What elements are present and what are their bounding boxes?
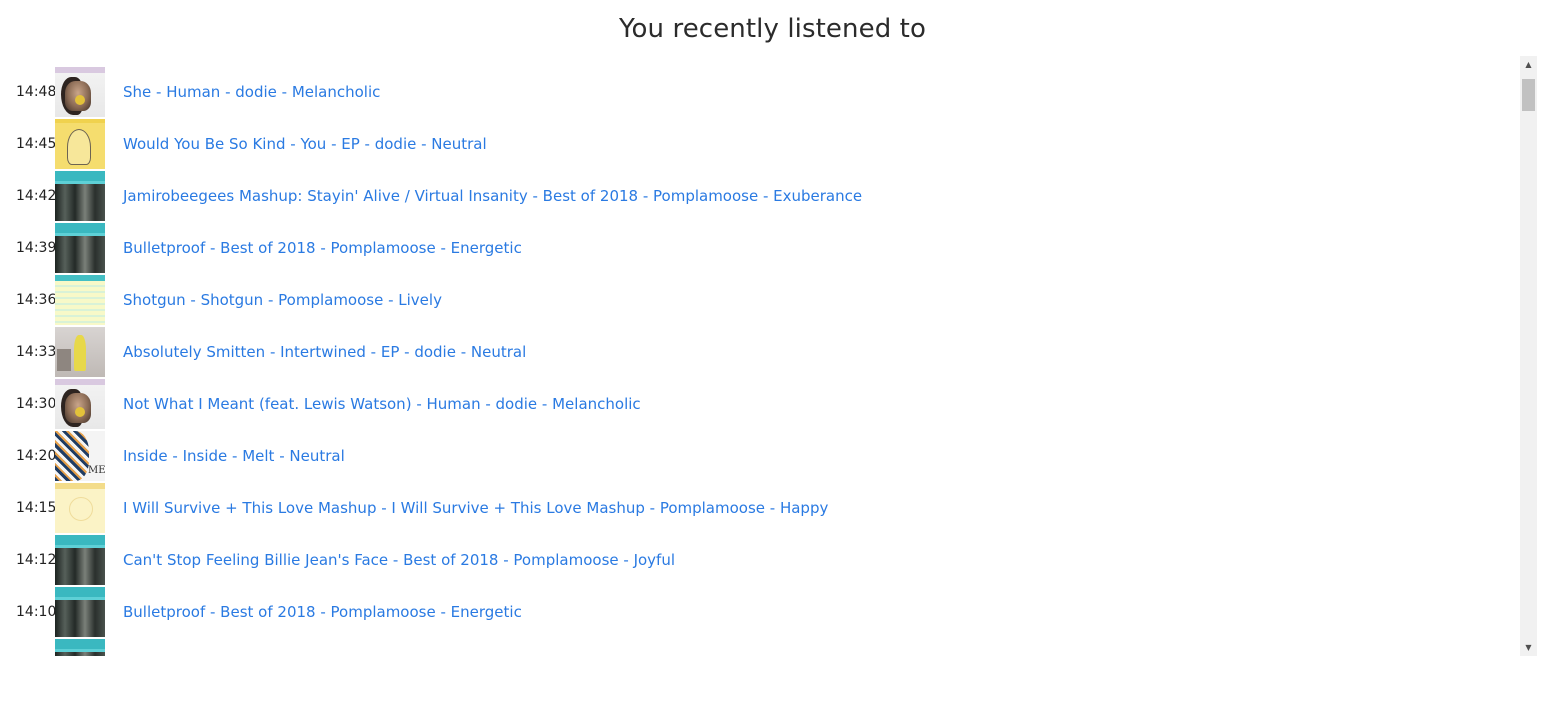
album-cover-shape — [74, 335, 86, 371]
page-title: You recently listened to — [619, 14, 926, 44]
track-row: 14:10 Bulletproof - Best of 2018 - Pompla… — [0, 576, 1519, 637]
scroll-up-arrow-icon[interactable]: ▲ — [1520, 56, 1537, 73]
track-row: 14:36 Shotgun - Shotgun - Pomplamoose - L… — [0, 264, 1519, 325]
track-time: 14:42 — [16, 188, 57, 204]
album-cover-shape — [55, 639, 105, 649]
album-cover-shape — [55, 119, 105, 123]
track-row — [0, 628, 1519, 656]
track-row: 14:48 She - Human - dodie - Melancholic — [0, 56, 1519, 117]
track-link[interactable]: Inside - Inside - Melt - Neutral — [123, 447, 345, 465]
track-row: 14:20MELTInside - Inside - Melt - Neutra… — [0, 420, 1519, 481]
track-row: 14:39 Bulletproof - Best of 2018 - Pompla… — [0, 212, 1519, 273]
album-cover-shape — [69, 497, 93, 521]
recent-tracks-list: 14:48 She - Human - dodie - Melancholic 14… — [0, 56, 1519, 656]
album-cover-shape — [55, 587, 105, 597]
track-row: 14:30 Not What I Meant (feat. Lewis Watso… — [0, 368, 1519, 429]
track-time: 14:48 — [16, 84, 57, 100]
album-cover-shape — [75, 95, 85, 105]
track-time: 14:30 — [16, 396, 57, 412]
track-time: 14:20 — [16, 448, 57, 464]
track-row: 14:33 Absolutely Smitten - Intertwined - … — [0, 316, 1519, 377]
track-time: 14:39 — [16, 240, 57, 256]
track-link[interactable]: Shotgun - Shotgun - Pomplamoose - Lively — [123, 291, 442, 309]
track-time: 14:15 — [16, 500, 57, 516]
track-time: 14:36 — [16, 292, 57, 308]
album-cover-shape — [55, 275, 105, 281]
album-cover-shape — [55, 223, 105, 233]
track-link[interactable]: Bulletproof - Best of 2018 - Pomplamoose… — [123, 239, 522, 257]
track-time: 14:10 — [16, 604, 57, 620]
track-link[interactable]: Bulletproof - Best of 2018 - Pomplamoose… — [123, 603, 522, 621]
scrollbar-thumb[interactable] — [1522, 79, 1535, 111]
track-time: 14:12 — [16, 552, 57, 568]
track-link[interactable]: Not What I Meant (feat. Lewis Watson) - … — [123, 395, 641, 413]
track-link[interactable]: Jamirobeegees Mashup: Stayin' Alive / Vi… — [123, 187, 862, 205]
track-time: 14:45 — [16, 136, 57, 152]
track-link[interactable]: I Will Survive + This Love Mashup - I Wi… — [123, 499, 828, 517]
track-link[interactable]: Would You Be So Kind - You - EP - dodie … — [123, 135, 487, 153]
album-cover-shape — [75, 407, 85, 417]
recent-tracks-viewport[interactable]: 14:48 She - Human - dodie - Melancholic 14… — [0, 56, 1537, 656]
track-row: 14:12 Can't Stop Feeling Billie Jean's Fa… — [0, 524, 1519, 585]
album-cover-shape — [55, 652, 105, 656]
album-cover-shape — [55, 483, 105, 489]
track-row: 14:45 Would You Be So Kind - You - EP - d… — [0, 108, 1519, 169]
scroll-down-arrow-icon[interactable]: ▼ — [1520, 639, 1537, 656]
track-time: 14:33 — [16, 344, 57, 360]
track-row: 14:15 I Will Survive + This Love Mashup -… — [0, 472, 1519, 533]
track-link[interactable]: Absolutely Smitten - Intertwined - EP - … — [123, 343, 526, 361]
track-row: 14:42 Jamirobeegees Mashup: Stayin' Alive… — [0, 160, 1519, 221]
vertical-scrollbar[interactable]: ▲ ▼ — [1520, 56, 1537, 656]
album-cover-shape — [55, 171, 105, 181]
album-cover-image — [55, 639, 105, 656]
track-link[interactable]: Can't Stop Feeling Billie Jean's Face - … — [123, 551, 675, 569]
album-cover-shape — [55, 535, 105, 545]
track-link[interactable]: She - Human - dodie - Melancholic — [123, 83, 380, 101]
